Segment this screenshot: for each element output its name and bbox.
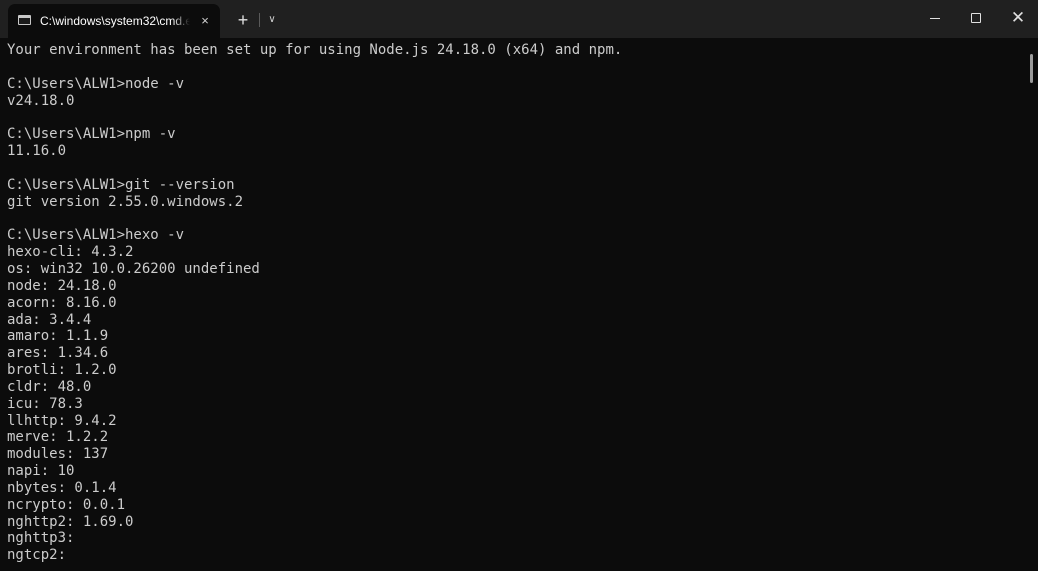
console-line: ares: 1.34.6 bbox=[7, 345, 109, 362]
console-line: C:\Users\ALW1>git --version bbox=[7, 176, 235, 193]
console-line: node: 24.18.0 bbox=[7, 277, 117, 294]
console-line: nbytes: 0.1.4 bbox=[7, 479, 117, 496]
console-line: acorn: 8.16.0 bbox=[7, 294, 117, 311]
tab-title: C:\windows\system32\cmd.exe bbox=[40, 14, 190, 28]
console-output[interactable]: Your environment has been set up for usi… bbox=[7, 42, 1017, 571]
console-line: napi: 10 bbox=[7, 463, 75, 480]
tab-divider bbox=[259, 13, 260, 27]
console-line: llhttp: 9.4.2 bbox=[7, 412, 117, 429]
title-bar[interactable]: C:\windows\system32\cmd.exe × + ∨ ✕ bbox=[0, 0, 1038, 38]
scrollbar-thumb[interactable] bbox=[1030, 54, 1033, 83]
console-line: C:\Users\ALW1>node -v bbox=[7, 75, 185, 92]
console-line: nghttp2: 1.69.0 bbox=[7, 513, 134, 530]
maximize-icon bbox=[971, 13, 981, 23]
console-line: merve: 1.2.2 bbox=[7, 429, 109, 446]
terminal-window: C:\windows\system32\cmd.exe × + ∨ ✕ Your… bbox=[0, 0, 1038, 571]
new-tab-icon[interactable]: + bbox=[232, 9, 254, 31]
console-line: hexo-cli: 4.3.2 bbox=[7, 244, 134, 261]
console-line: icu: 78.3 bbox=[7, 395, 83, 412]
console-line: ngtcp2: bbox=[7, 547, 67, 564]
minimize-button[interactable] bbox=[912, 0, 958, 36]
console-line: Your environment has been set up for usi… bbox=[7, 42, 623, 58]
tab-close-icon[interactable]: × bbox=[196, 12, 214, 30]
tab-cmd[interactable]: C:\windows\system32\cmd.exe × bbox=[8, 4, 220, 38]
terminal-icon bbox=[18, 15, 31, 25]
chevron-down-icon[interactable]: ∨ bbox=[263, 9, 281, 31]
maximize-button[interactable] bbox=[953, 0, 999, 36]
minimize-icon bbox=[930, 18, 940, 19]
console-line: v24.18.0 bbox=[7, 92, 75, 109]
console-line: 11.16.0 bbox=[7, 143, 67, 160]
console-line: nghttp3: bbox=[7, 530, 75, 547]
vertical-scrollbar[interactable] bbox=[1024, 38, 1038, 571]
console-line: C:\Users\ALW1>npm -v bbox=[7, 126, 176, 143]
console-line: cldr: 48.0 bbox=[7, 378, 92, 395]
console-line: git version 2.55.0.windows.2 bbox=[7, 193, 244, 210]
console-line: brotli: 1.2.0 bbox=[7, 362, 117, 379]
console-line: ada: 3.4.4 bbox=[7, 311, 92, 328]
close-button[interactable]: ✕ bbox=[995, 0, 1038, 36]
console-line: modules: 137 bbox=[7, 446, 109, 463]
console-line: C:\Users\ALW1>hexo -v bbox=[7, 227, 185, 244]
console-line: ncrypto: 0.0.1 bbox=[7, 496, 126, 513]
close-icon: ✕ bbox=[1010, 8, 1026, 27]
console-line: os: win32 10.0.26200 undefined bbox=[7, 260, 260, 277]
console-line: amaro: 1.1.9 bbox=[7, 328, 109, 345]
